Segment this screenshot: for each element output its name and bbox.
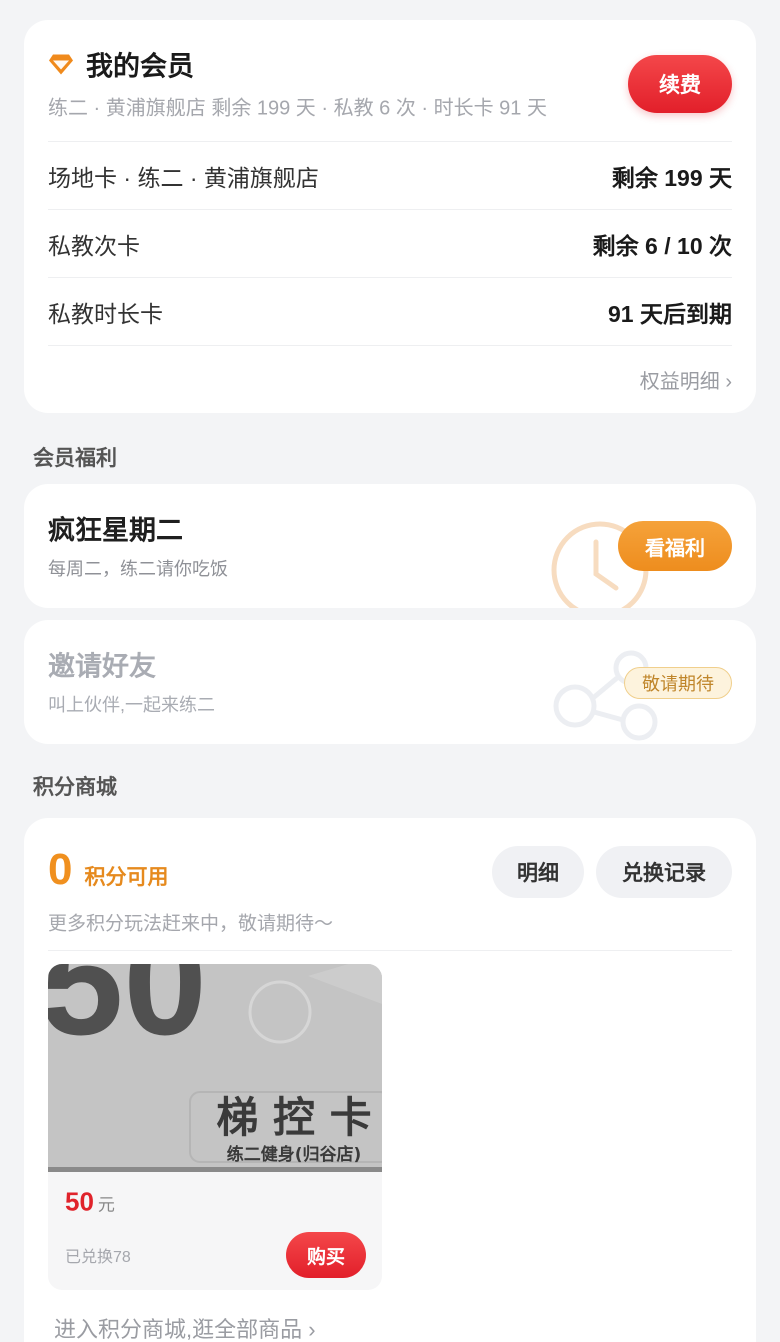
benefit-card-invite-friends: 邀请好友 叫上伙伴,一起来练二 敬请期待: [24, 620, 756, 744]
member-title-text: 我的会员: [86, 51, 194, 82]
points-mall-card: 0 积分可用 明细 兑换记录 更多积分玩法赶来中，敬请期待～ 50 梯 控 卡 …: [24, 818, 756, 1342]
points-label: 积分可用: [84, 866, 169, 889]
product-image-subtitle: 练二健身(归谷店): [227, 1144, 362, 1165]
membership-row-value: 91 天后到期: [608, 300, 732, 327]
product-card[interactable]: 50 梯 控 卡 练二健身(归谷店) 50 元 已兑换78 购买: [48, 964, 382, 1290]
product-price-value: 50: [65, 1186, 94, 1217]
section-title-benefits: 会员福利: [33, 447, 117, 470]
product-sold-count: 已兑换78: [65, 1249, 131, 1266]
view-benefit-button[interactable]: 看福利: [618, 521, 732, 571]
membership-row[interactable]: 私教时长卡 91 天后到期: [48, 277, 732, 345]
section-title-mall: 积分商城: [33, 776, 117, 799]
member-card: 我的会员 练二 · 黄浦旗舰店 剩余 199 天 · 私教 6 次 · 时长卡 …: [24, 20, 756, 413]
renew-button[interactable]: 续费: [628, 55, 732, 113]
product-image-title: 梯 控 卡: [216, 1093, 371, 1142]
coming-soon-badge: 敬请期待: [624, 667, 732, 699]
benefits-detail-row: 权益明细 ›: [48, 345, 732, 413]
membership-row-label: 场地卡 · 练二 · 黄浦旗舰店: [48, 164, 319, 191]
product-price-unit: 元: [97, 1195, 115, 1215]
membership-row-label: 私教次卡: [48, 232, 140, 259]
membership-row[interactable]: 场地卡 · 练二 · 黄浦旗舰店 剩余 199 天: [48, 141, 732, 209]
points-detail-button[interactable]: 明细: [492, 846, 584, 898]
divider: [48, 950, 732, 951]
product-image-number: 50: [48, 964, 207, 1066]
enter-mall-link[interactable]: 进入积分商城,逛全部商品 ›: [54, 1312, 316, 1342]
benefit-subtitle: 叫上伙伴,一起来练二: [48, 695, 216, 715]
product-price: 50 元: [65, 1187, 115, 1218]
diamond-icon: [49, 54, 73, 74]
member-title: 我的会员: [48, 45, 194, 84]
benefit-title: 疯狂星期二: [48, 515, 183, 546]
benefit-title: 邀请好友: [48, 651, 156, 682]
member-summary: 练二 · 黄浦旗舰店 剩余 199 天 · 私教 6 次 · 时长卡 91 天: [48, 97, 547, 120]
points-tip: 更多积分玩法赶来中，敬请期待～: [48, 913, 334, 935]
exchange-history-button[interactable]: 兑换记录: [596, 846, 732, 898]
membership-row-value: 剩余 6 / 10 次: [592, 232, 732, 259]
membership-row[interactable]: 私教次卡 剩余 6 / 10 次: [48, 209, 732, 277]
benefit-card-crazy-tuesday[interactable]: 疯狂星期二 每周二，练二请你吃饭 看福利: [24, 484, 756, 608]
points-balance: 0 积分可用: [48, 848, 168, 892]
product-image: 50 梯 控 卡 练二健身(归谷店): [48, 964, 382, 1172]
membership-row-label: 私教时长卡: [48, 300, 163, 327]
buy-button[interactable]: 购买: [286, 1232, 366, 1278]
benefit-subtitle: 每周二，练二请你吃饭: [48, 559, 228, 579]
benefits-detail-link[interactable]: 权益明细 ›: [640, 365, 732, 394]
membership-row-value: 剩余 199 天: [611, 164, 732, 191]
points-value: 0: [48, 845, 73, 894]
